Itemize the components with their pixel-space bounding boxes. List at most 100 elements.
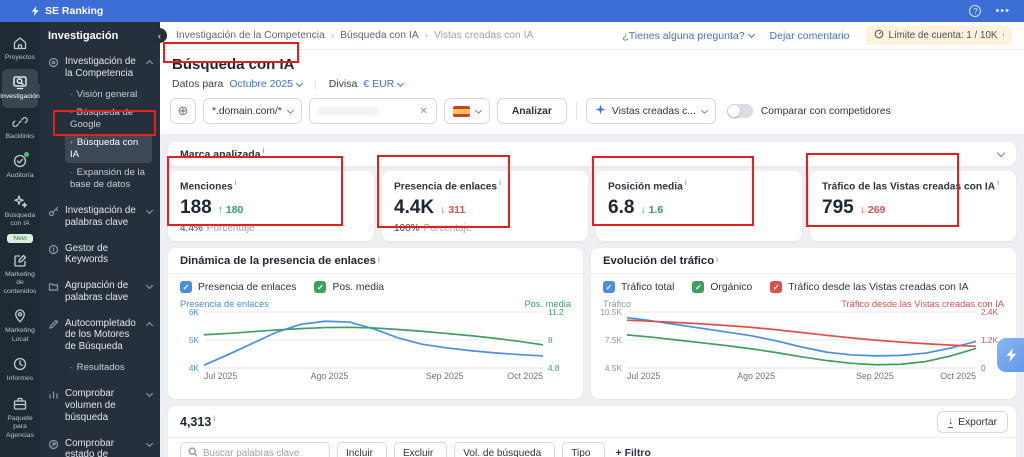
chevron-up-icon <box>145 59 154 68</box>
legend-checkbox[interactable] <box>180 281 192 293</box>
rail-item-investigacion[interactable]: Investigación <box>0 69 40 108</box>
left-axis-ticks: 6K 5K 4K <box>188 307 199 373</box>
reports-clock-icon <box>12 356 28 372</box>
breadcrumb-separator: › <box>424 30 428 41</box>
analyzed-brand-panel[interactable]: Marca analizada <box>168 142 1016 166</box>
legend-item[interactable]: Pos. media <box>314 281 384 293</box>
sidebar-item-investigacion-competencia[interactable]: Investigación de la Competencia <box>48 54 154 82</box>
legend-item[interactable]: Tráfico desde las Vistas creadas con IA <box>770 281 969 293</box>
support-widget-button[interactable] <box>997 338 1024 372</box>
compare-toggle-label: Comparar con competidores <box>760 105 891 117</box>
bolt-icon <box>1006 348 1016 362</box>
rail-item-proyectos[interactable]: Proyectos <box>2 30 38 68</box>
metric-value: 795 <box>822 197 854 219</box>
currency-select[interactable]: € EUR <box>363 78 405 90</box>
content-pencil-icon <box>12 252 28 268</box>
home-icon <box>12 35 28 51</box>
views-select[interactable]: Vistas creadas c... <box>585 98 716 124</box>
sidebar-item-agrupacion-palabras-clave[interactable]: Agrupación de palabras clave <box>48 278 154 306</box>
sidebar-item-comprobar-volumen[interactable]: Comprobar volumen de búsqueda <box>48 386 154 425</box>
keywords-count: 4,313 <box>180 415 215 429</box>
sidebar-item-autocompletado[interactable]: Autocompletado de los Motores de Búsqued… <box>48 316 154 355</box>
key-icon <box>48 206 59 229</box>
legend-checkbox[interactable] <box>314 281 327 293</box>
rail-item-auditoria[interactable]: Auditoría <box>2 148 38 186</box>
comment-link[interactable]: Dejar comentario <box>770 30 850 42</box>
target-icon <box>48 57 59 80</box>
x-axis-labels: Jul 2025 Ago 2025 Sep 2025 Oct 2025 <box>627 371 976 381</box>
add-filter-button[interactable]: + Filtro <box>616 447 651 457</box>
breadcrumb-bar: ‹ Investigación de la Competencia › Búsq… <box>152 22 1024 50</box>
chart-legend: Tráfico total Orgánico Tráfico desde las V… <box>591 274 1016 297</box>
rail-item-busqueda-con-ia[interactable]: Búsqueda con IA <box>2 188 38 235</box>
legend-checkbox[interactable] <box>770 281 783 293</box>
keyword-input[interactable]: ✕ <box>308 98 437 124</box>
sidebar-item-resultados[interactable]: Resultados <box>65 359 152 377</box>
chart-title: Evolución del tráfico <box>591 248 1016 274</box>
more-menu-icon[interactable]: ••• <box>995 6 1010 17</box>
rail-item-marketing-contenidos[interactable]: Marketing de contenidos <box>2 247 38 302</box>
sidebar-item-expansion-base-datos[interactable]: Expansión de la base de datos <box>65 164 152 193</box>
chart-plot <box>627 311 976 369</box>
metric-delta: ↓ 311 <box>440 204 466 217</box>
breadcrumb-item[interactable]: Búsqueda con IA <box>340 30 418 41</box>
sidebar-item-investigacion-palabras-clave[interactable]: Investigación de palabras clave <box>48 203 154 231</box>
se-ranking-logo[interactable]: SE Ranking <box>30 5 103 17</box>
metric-delta: ↓ 269 <box>859 204 886 217</box>
chevron-down-icon <box>700 106 708 114</box>
chevron-down-icon <box>295 79 304 87</box>
rail-item-marketing-local[interactable]: Marketing Local <box>2 303 38 350</box>
notification-dot <box>24 152 29 158</box>
link-icon <box>12 114 28 130</box>
legend-checkbox[interactable] <box>692 281 705 293</box>
rail-item-backlinks[interactable]: Backlinks <box>2 109 38 147</box>
rail-item-informes[interactable]: Informes <box>2 351 38 389</box>
page-title: Búsqueda con IA <box>172 56 295 73</box>
breadcrumb-item[interactable]: Investigación de la Competencia <box>176 30 325 41</box>
chevron-down-icon <box>397 79 405 87</box>
help-icon[interactable]: ? <box>969 5 982 17</box>
sidebar: Investigación Investigación de la Compet… <box>40 22 160 457</box>
metric-delta: ↓ 1.6 <box>640 204 664 217</box>
country-select[interactable] <box>443 98 490 124</box>
include-filter[interactable]: Incluir <box>337 442 387 457</box>
question-link[interactable]: ¿Tienes alguna pregunta? <box>622 30 755 42</box>
traffic-evolution-chart: Evolución del tráfico Tráfico total Orgán… <box>591 248 1016 399</box>
rail-item-paquete-agencias[interactable]: Paquete para Agencias <box>2 391 38 446</box>
redacted-text <box>317 107 378 115</box>
chevron-down-icon <box>996 148 1006 157</box>
volume-filter[interactable]: Vol. de búsqueda <box>454 442 556 457</box>
metric-value: 188 <box>180 197 212 219</box>
legend-checkbox[interactable] <box>603 281 615 293</box>
type-filter[interactable]: Tipo <box>562 442 605 457</box>
keywords-table: 4,313 ↓Exportar Incluir Excluir Vol. de … <box>168 406 1016 457</box>
domain-select[interactable]: *.domain.com/* <box>203 98 302 124</box>
legend-item[interactable]: Tráfico total <box>603 281 674 293</box>
right-axis-label: Tráfico desde las Vistas creadas con IA <box>841 299 1004 309</box>
period-select[interactable]: Octubre 2025 <box>229 78 304 90</box>
chart-plot <box>204 311 543 369</box>
sidebar-collapse-button[interactable]: ‹ <box>152 28 167 43</box>
search-input[interactable] <box>203 447 313 457</box>
sidebar-item-comprobar-indexacion[interactable]: Comprobar estado de indexación de la pág… <box>48 436 154 457</box>
map-pin-icon <box>12 308 28 324</box>
analyze-button[interactable]: Analizar <box>496 98 567 124</box>
metric-delta: ↑ 180 <box>217 204 244 217</box>
sidebar-title: Investigación <box>48 30 119 42</box>
sidebar-item-vision-general[interactable]: Visión general <box>65 86 152 104</box>
clear-icon[interactable]: ✕ <box>419 106 427 117</box>
legend-item[interactable]: Presencia de enlaces <box>180 281 296 293</box>
exclude-filter[interactable]: Excluir <box>393 442 448 457</box>
sidebar-item-gestor-keywords[interactable]: Gestor de Keywords <box>48 241 152 269</box>
sidebar-item-busqueda-con-ia[interactable]: Búsqueda con IA <box>65 134 152 163</box>
export-button[interactable]: ↓ Exportar <box>937 411 1008 433</box>
keyword-search[interactable] <box>180 442 330 457</box>
legend-item[interactable]: Orgánico <box>692 281 752 293</box>
account-limit-badge[interactable]: Límite de cuenta: 1 / 10K i <box>865 26 1012 45</box>
sidebar-item-busqueda-google[interactable]: Búsqueda de Google <box>65 104 152 133</box>
chevron-down-icon <box>145 206 154 215</box>
chart-legend: Presencia de enlaces Pos. media <box>168 274 583 297</box>
compare-toggle[interactable] <box>726 104 753 118</box>
add-domain-button[interactable]: ⊕ <box>170 98 196 124</box>
chevron-down-icon <box>747 30 755 39</box>
